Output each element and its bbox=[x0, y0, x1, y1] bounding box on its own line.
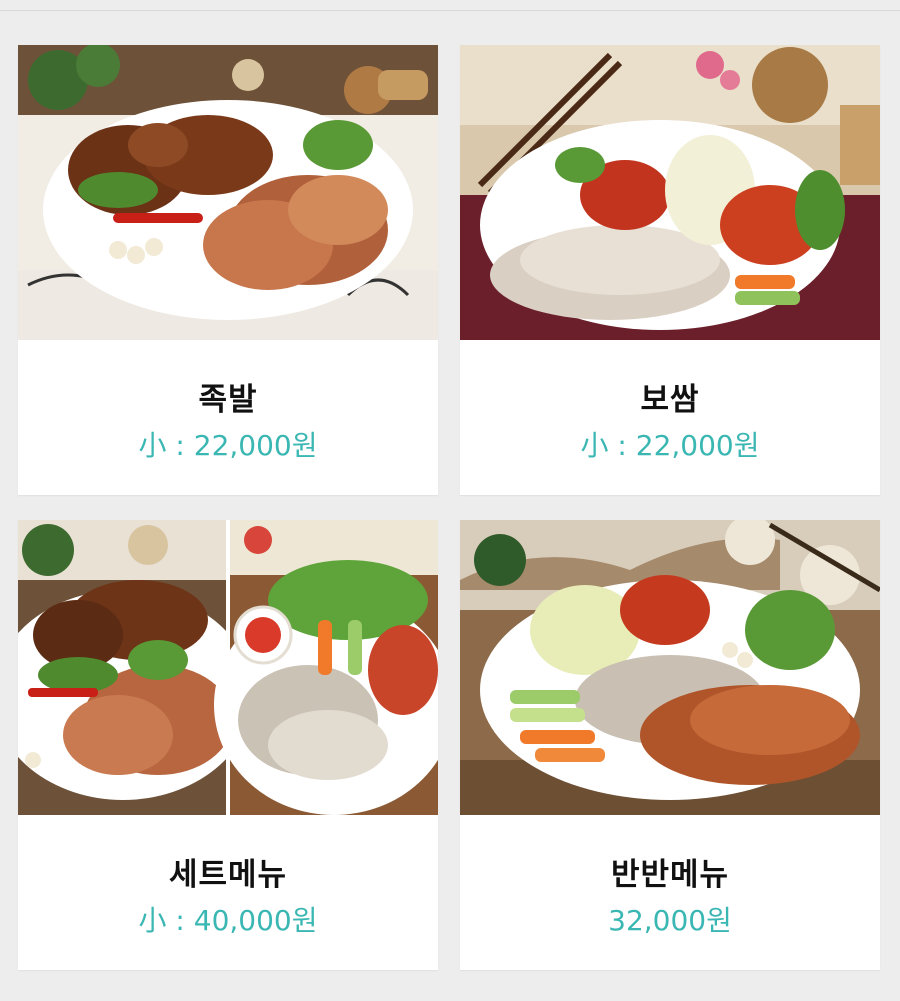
menu-card-half-half[interactable]: 반반메뉴 32,000원 bbox=[460, 520, 880, 970]
menu-item-price: 32,000원 bbox=[608, 904, 732, 937]
menu-grid: 족발 小 : 22,000원 보쌈 小: 22,000원 세트메뉴 小: 4… bbox=[18, 45, 880, 970]
menu-card-set-menu[interactable]: 세트메뉴 小 : 40,000원 bbox=[18, 520, 438, 970]
menu-card-jokbal[interactable]: 족발 小 : 22,000원 bbox=[18, 45, 438, 495]
menu-item-name: 족발 bbox=[198, 382, 258, 418]
menu-card-info: 족발 小 : 22,000원 bbox=[18, 340, 438, 495]
bossam-platter-photo bbox=[460, 45, 880, 340]
menu-card-bossam[interactable]: 보쌈 小 : 22,000원 bbox=[460, 45, 880, 495]
menu-card-info: 반반메뉴 32,000원 bbox=[460, 815, 880, 970]
menu-card-info: 세트메뉴 小 : 40,000원 bbox=[18, 815, 438, 970]
menu-item-price: 小 : 22,000원 bbox=[580, 429, 760, 462]
menu-item-name: 반반메뉴 bbox=[610, 857, 730, 893]
menu-item-price: 小 : 40,000원 bbox=[138, 904, 318, 937]
half-half-platter-photo bbox=[460, 520, 880, 815]
menu-item-price: 小 : 22,000원 bbox=[138, 429, 318, 462]
top-divider bbox=[0, 10, 900, 11]
menu-card-info: 보쌈 小 : 22,000원 bbox=[460, 340, 880, 495]
set-menu-platter-photo bbox=[18, 520, 438, 815]
jokbal-platter-photo bbox=[18, 45, 438, 340]
menu-item-name: 세트메뉴 bbox=[168, 857, 288, 893]
menu-item-name: 보쌈 bbox=[640, 382, 700, 418]
